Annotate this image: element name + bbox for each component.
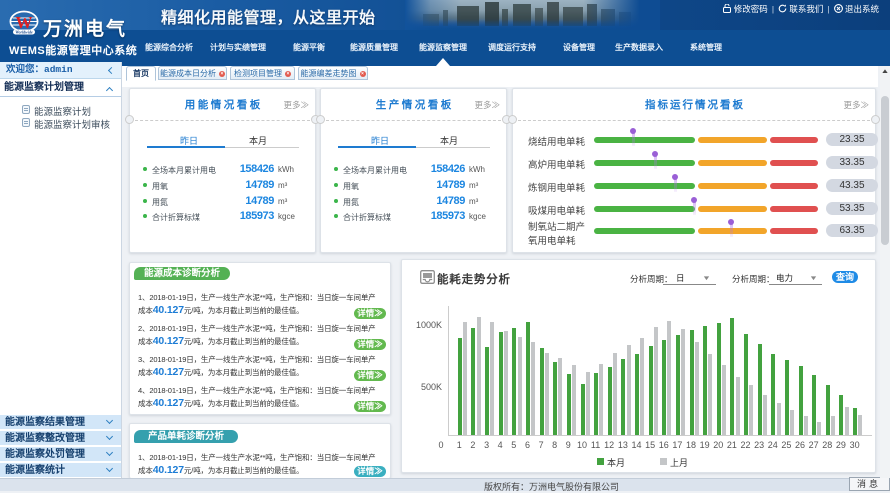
svg-text:Worldwide: Worldwide: [15, 30, 33, 35]
